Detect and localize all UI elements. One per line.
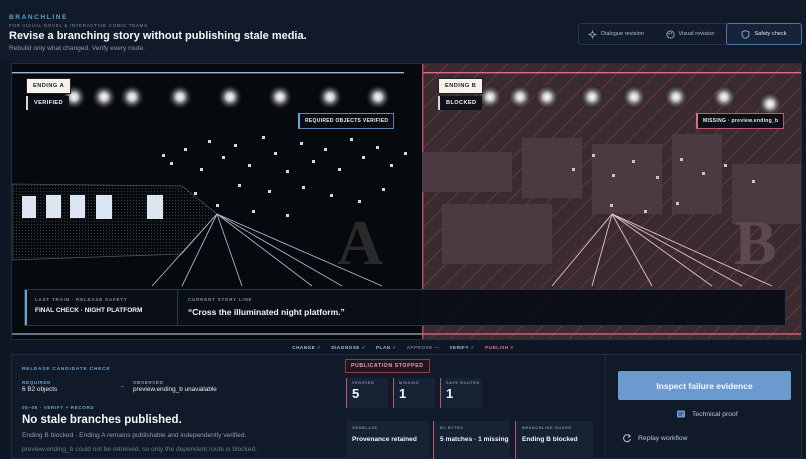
step-change: CHANGE ✓	[292, 344, 322, 350]
ending-a-status: VERIFIED	[26, 96, 69, 110]
story-line-text: “Cross the illuminated night platform.”	[188, 307, 345, 317]
document-icon	[677, 410, 685, 418]
verify-step-label: 05–06 · VERIFY + RECORD	[22, 405, 95, 410]
app-header: BRANCHLINE FOR VISUAL NOVEL & INTERACTIV…	[0, 0, 806, 62]
step-publish: PUBLISH ×	[485, 345, 514, 350]
story-line-panel: LAST TRAIN · RELEASE SAFETY FINAL CHECK …	[24, 289, 786, 326]
stat-label: BRANCHLINE GUARD	[522, 426, 572, 430]
step-diagnose: DIAGNOSE ✓	[331, 344, 366, 350]
metric-safe-routes: SAFE ROUTES 1	[440, 378, 482, 408]
metric-verified: VERIFIED 5	[346, 378, 388, 408]
divider	[605, 355, 606, 459]
stat-branchline-guard: BRANCHLINE GUARD Ending B blocked	[515, 421, 593, 459]
observed-label: OBSERVED	[133, 380, 164, 385]
metric-value: 1	[446, 386, 454, 401]
ending-b-missing-tag[interactable]: MISSING · preview.ending_b	[696, 113, 785, 129]
technical-proof-label: Technical proof	[692, 410, 738, 418]
result-title: No stale branches published.	[22, 414, 182, 426]
ending-b-badge: ENDING B	[438, 78, 484, 94]
scene-info: LAST TRAIN · RELEASE SAFETY FINAL CHECK …	[25, 290, 177, 325]
brand-tagline: FOR VISUAL NOVEL & INTERACTIVE COMIC TEA…	[9, 23, 148, 28]
page-subtitle: Rebuild only what changed. Verify every …	[9, 45, 145, 52]
metric-label: VERIFIED	[352, 381, 375, 385]
metric-label: SAFE ROUTES	[446, 381, 480, 385]
shield-icon	[742, 29, 750, 39]
result-detail: preview.ending_b could not be retrieved,…	[22, 446, 257, 453]
ending-a-objects-tag[interactable]: REQUIRED OBJECTS VERIFIED	[298, 113, 395, 129]
tab-label: Safety check	[754, 31, 787, 37]
scene-info-label: LAST TRAIN · RELEASE SAFETY	[35, 297, 128, 302]
release-check-title: RELEASE CANDIDATE CHECK	[22, 367, 111, 372]
tab-safety-check[interactable]: Safety check	[726, 23, 802, 45]
stat-value: Provenance retained	[352, 436, 417, 443]
metric-label: MISSING	[399, 381, 420, 385]
step-plan: PLAN ✓	[375, 344, 397, 350]
publication-status-badge: PUBLICATION STOPPED	[345, 359, 430, 373]
metric-missing: MISSING 1	[393, 378, 435, 408]
tab-label: Visual revision	[678, 31, 715, 37]
required-value: 6 B2 objects	[22, 386, 58, 393]
replay-workflow-link[interactable]: Replay workflow	[622, 433, 687, 443]
scene-info-value: FINAL CHECK · NIGHT PLATFORM	[35, 307, 143, 314]
workflow-pipeline: CHANGE ✓ DIAGNOSE ✓ PLAN ✓ APPROVE — VER…	[0, 341, 806, 354]
step-verify: VERIFY ✓	[449, 344, 476, 350]
result-summary: Ending B blocked · Ending A remains publ…	[22, 432, 247, 439]
technical-proof-link[interactable]: Technical proof	[676, 409, 738, 419]
stat-genblaze: GENBLAZE Provenance retained	[346, 421, 429, 459]
observed-value: preview.ending_b unavailable	[133, 386, 217, 393]
stat-label: B2 BYTES	[440, 426, 464, 430]
metric-value: 1	[399, 386, 407, 401]
release-panel: RELEASE CANDIDATE CHECK REQUIRED 6 B2 ob…	[11, 354, 802, 459]
ending-a-watermark: A	[337, 207, 383, 278]
palette-icon	[665, 29, 675, 39]
current-story-line: CURRENT STORY LINE “Cross the illuminate…	[177, 290, 785, 325]
metric-value: 5	[352, 386, 360, 401]
brand-name: BRANCHLINE	[9, 14, 68, 21]
tab-dialogue-revision[interactable]: Dialogue revision	[579, 24, 653, 44]
ending-a-badge: ENDING A	[26, 78, 72, 94]
stat-value: 5 matches · 1 missing	[440, 436, 509, 443]
step-approve: APPROVE —	[406, 345, 440, 350]
dialogue-revision-icon	[588, 29, 597, 39]
inspect-failure-button[interactable]: Inspect failure evidence	[618, 371, 791, 400]
story-line-label: CURRENT STORY LINE	[188, 297, 253, 302]
replay-icon	[623, 434, 632, 443]
required-label: REQUIRED	[22, 380, 52, 385]
ending-b-status: BLOCKED	[438, 96, 483, 110]
stat-b2-bytes: B2 BYTES 5 matches · 1 missing	[433, 421, 510, 459]
ending-b-watermark: B	[734, 207, 777, 278]
branch-preview-stage: A B ENDING A VERIFIED REQUIRED OBJECTS V…	[11, 63, 802, 340]
mode-tabs: Dialogue revision Visual revision Safety…	[578, 23, 802, 45]
tab-label: Dialogue revision	[601, 31, 644, 37]
page-title: Revise a branching story without publish…	[9, 30, 307, 42]
arrow-icon: →	[118, 383, 125, 390]
replay-workflow-label: Replay workflow	[638, 434, 688, 442]
stat-label: GENBLAZE	[352, 426, 378, 430]
tab-visual-revision[interactable]: Visual revision	[653, 24, 727, 44]
stat-value: Ending B blocked	[522, 436, 578, 443]
